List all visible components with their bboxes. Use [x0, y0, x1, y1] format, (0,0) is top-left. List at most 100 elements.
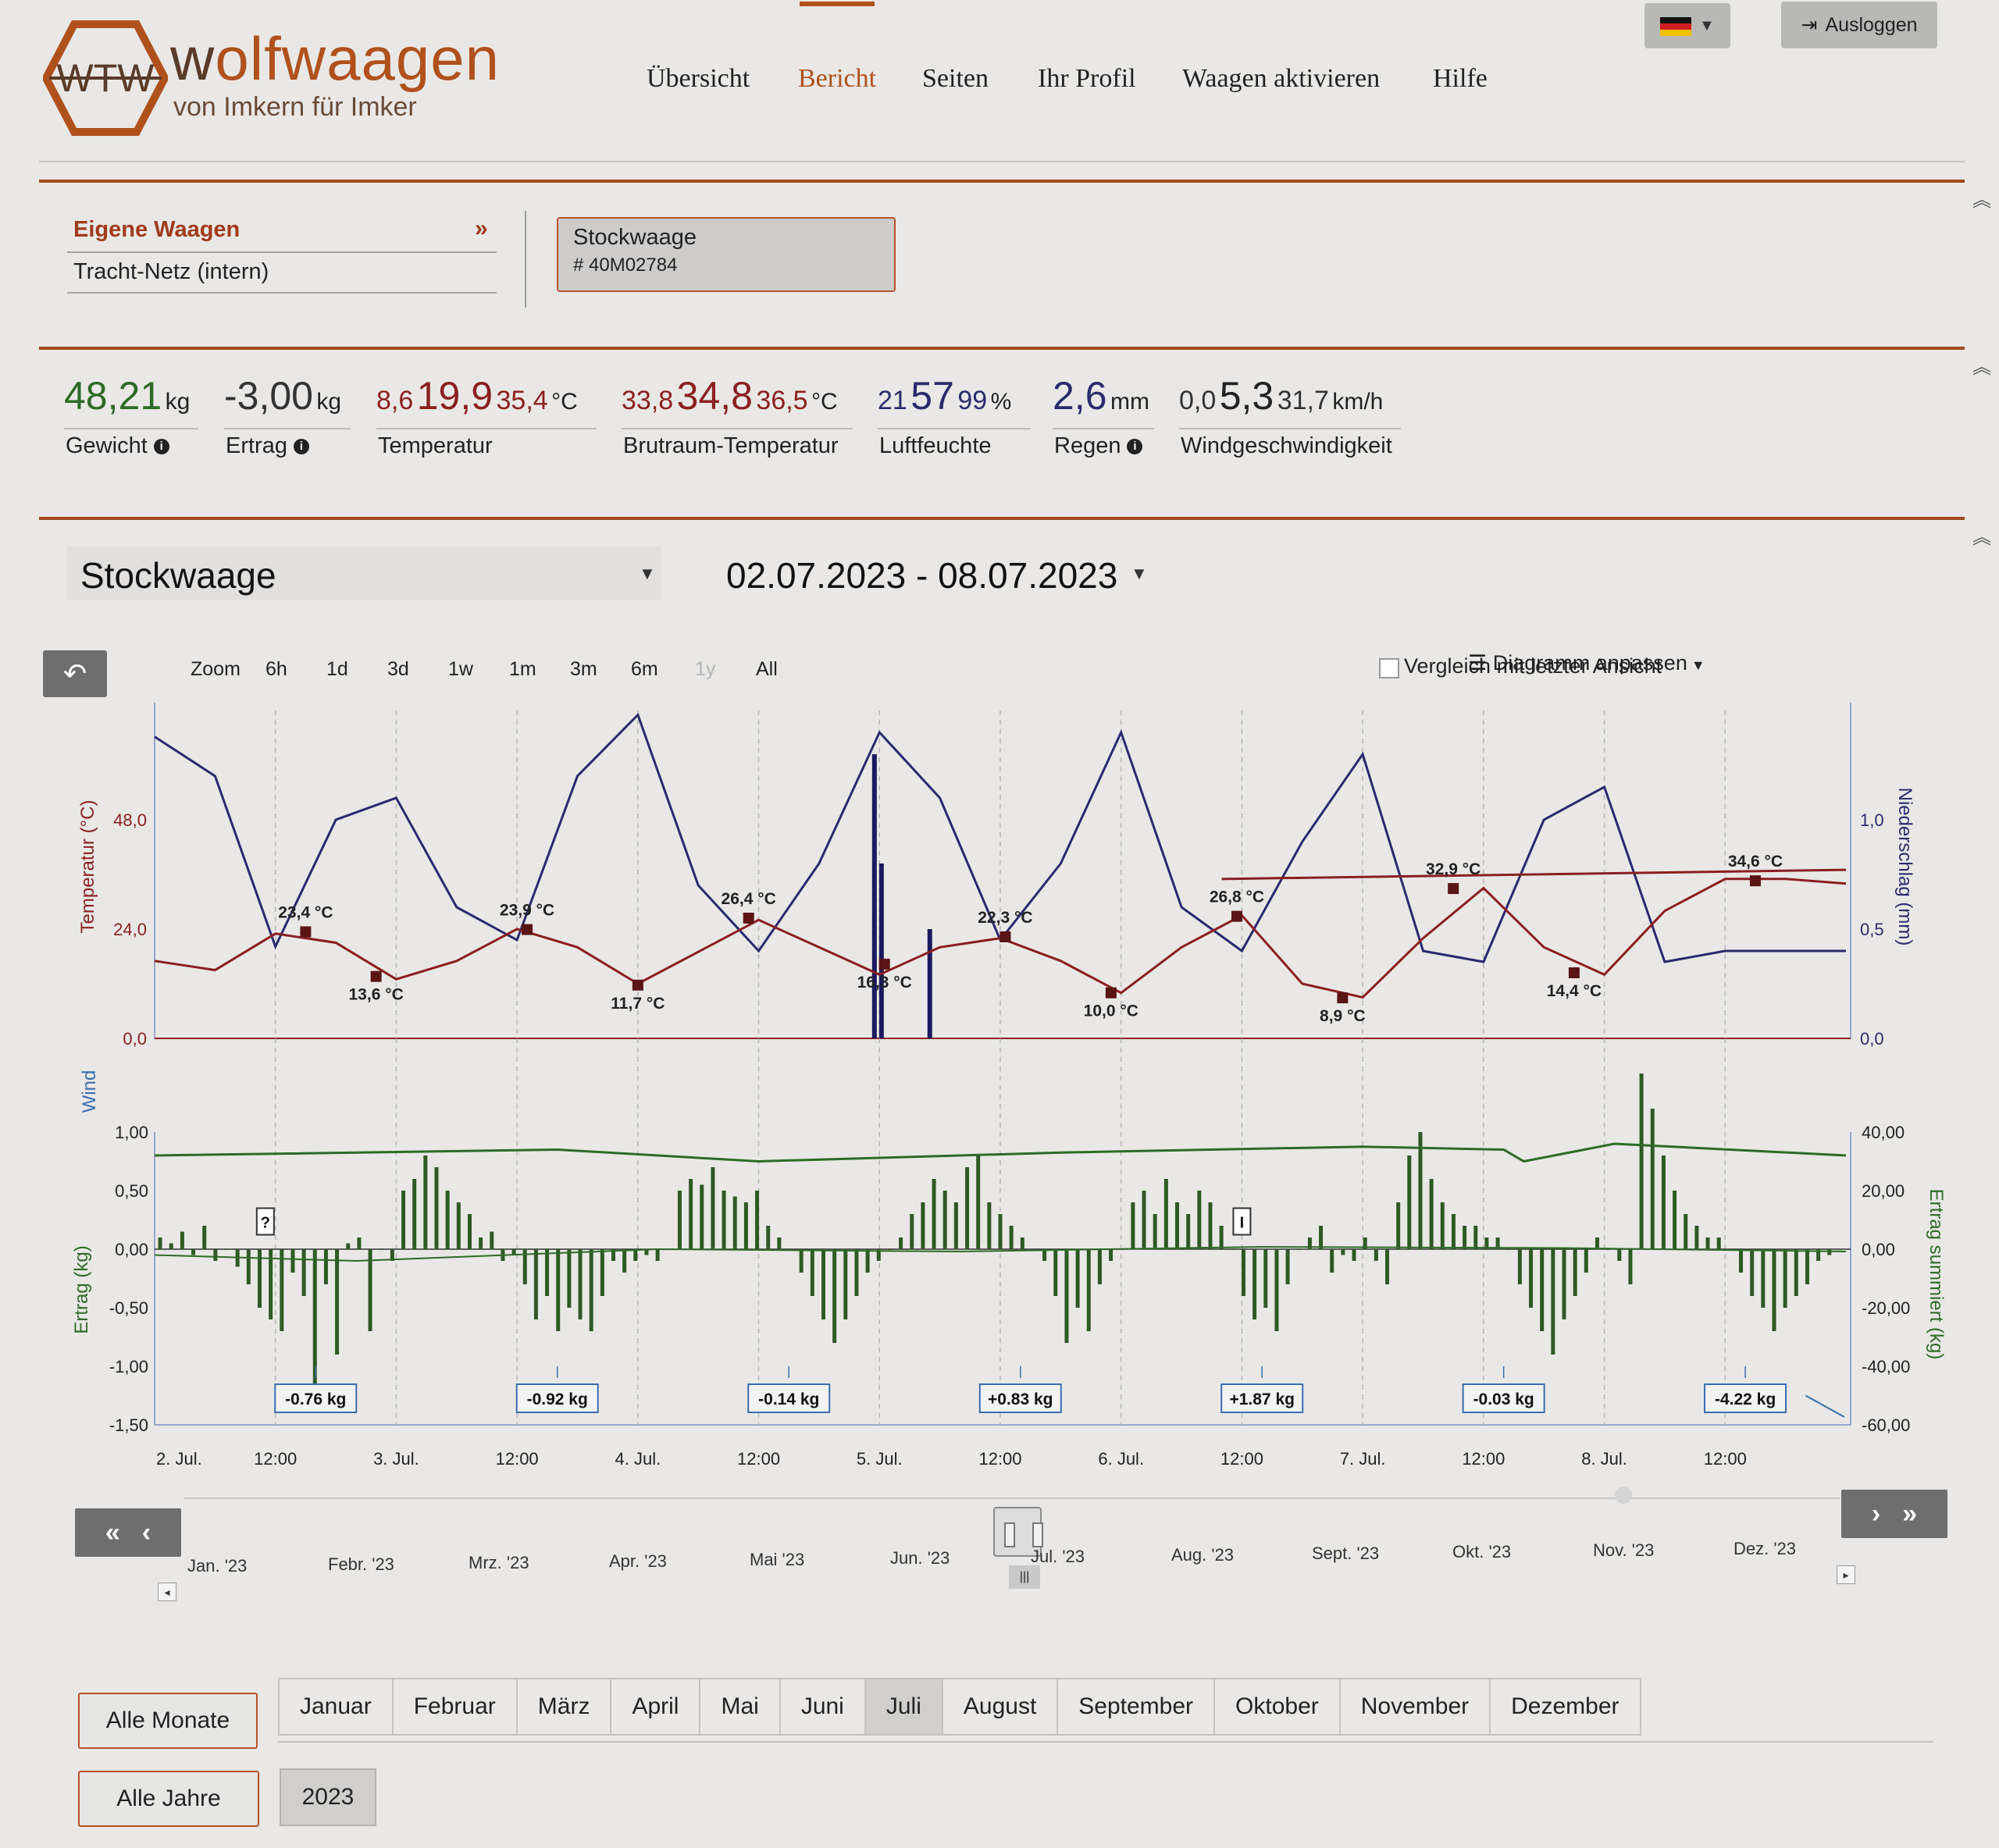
- yield-bar: [1418, 1132, 1423, 1249]
- yield-bar: [224, 1249, 229, 1250]
- scroll-left-icon[interactable]: ◂: [158, 1583, 176, 1601]
- month-filter-november[interactable]: November: [1340, 1679, 1491, 1734]
- yield-bar: [987, 1202, 992, 1249]
- temperature-marker: [1337, 992, 1349, 1004]
- y-tick-label-precipitation: 0,5: [1860, 920, 1884, 939]
- navigator-handle-right[interactable]: [1032, 1522, 1043, 1547]
- yield-bar: [677, 1191, 682, 1249]
- x-tick-label: 12:00: [254, 1449, 297, 1469]
- yield-bar: [777, 1237, 782, 1249]
- all-months-button[interactable]: Alle Monate: [78, 1693, 258, 1749]
- yield-bar: [490, 1231, 494, 1249]
- navigator-month-label[interactable]: Dez. '23: [1734, 1539, 1796, 1559]
- yield-bar: [1285, 1249, 1290, 1284]
- month-filter-dezember[interactable]: Dezember: [1491, 1679, 1640, 1734]
- temperature-annotation: 26,4 °C: [722, 890, 776, 908]
- yield-bar: [655, 1249, 660, 1261]
- navigator-back-buttons[interactable]: «‹: [75, 1508, 181, 1557]
- month-filter-märz[interactable]: März: [517, 1679, 612, 1734]
- navigator-month-label[interactable]: Febr. '23: [328, 1554, 394, 1575]
- yield-bar: [1219, 1226, 1224, 1249]
- temperature-annotation: 22,3 °C: [978, 909, 1032, 927]
- yield-bar: [479, 1237, 483, 1249]
- navigator-month-label[interactable]: Mai '23: [750, 1550, 804, 1570]
- temperature-annotation: 8,9 °C: [1320, 1007, 1366, 1025]
- double-chevron-left-icon[interactable]: «: [105, 1518, 120, 1548]
- yield-bar: [766, 1226, 771, 1249]
- month-filter-mai[interactable]: Mai: [700, 1679, 781, 1734]
- temperature-marker: [743, 913, 754, 924]
- month-filter-oktober[interactable]: Oktober: [1215, 1679, 1341, 1734]
- year-2023-button[interactable]: 2023: [280, 1768, 376, 1826]
- month-filter-april[interactable]: April: [611, 1679, 701, 1734]
- x-tick-label: 3. Jul.: [373, 1449, 419, 1469]
- navigator-month-label[interactable]: Jan. '23: [187, 1556, 247, 1576]
- navigator-month-label[interactable]: Mrz. '23: [469, 1553, 529, 1573]
- temperature-marker: [878, 958, 890, 970]
- chevron-left-icon[interactable]: ‹: [142, 1518, 151, 1548]
- yield-bar: [379, 1249, 383, 1250]
- yield-bar: [1075, 1249, 1080, 1308]
- yield-bar: [1661, 1155, 1666, 1249]
- navigator-month-label[interactable]: Sept. '23: [1312, 1544, 1379, 1564]
- yield-bar: [1252, 1249, 1257, 1319]
- daily-yield-label: -0.76 kg: [285, 1390, 346, 1408]
- yield-bar: [1064, 1249, 1069, 1343]
- navigator-handle-left[interactable]: [1004, 1522, 1015, 1547]
- y-tick-label-yield: 1,00: [115, 1123, 148, 1142]
- temperature-annotation: 14,4 °C: [1547, 982, 1602, 1000]
- yield-bar: [1463, 1226, 1467, 1249]
- yield-bar: [1396, 1202, 1401, 1249]
- yield-bar: [921, 1202, 925, 1249]
- yield-bar: [1009, 1226, 1014, 1249]
- yield-bar: [1694, 1226, 1699, 1249]
- month-filter-januar[interactable]: Januar: [280, 1679, 394, 1734]
- x-tick-label: 12:00: [496, 1449, 539, 1469]
- yield-bar: [998, 1214, 1003, 1249]
- yield-bar: [1451, 1214, 1456, 1249]
- navigator-month-label[interactable]: Okt. '23: [1452, 1542, 1511, 1562]
- temperature-marker: [1000, 931, 1011, 942]
- temperature-annotation: 16,3 °C: [857, 974, 912, 992]
- temperature-marker: [1231, 910, 1242, 922]
- event-marker-label: ?: [261, 1215, 270, 1232]
- yield-bar: [1750, 1249, 1755, 1296]
- y-tick-label-yield: -1,50: [109, 1415, 148, 1435]
- navigator-scrollbar-thumb[interactable]: |||: [1009, 1565, 1040, 1589]
- month-filter-juli[interactable]: Juli: [865, 1679, 943, 1734]
- month-filter-august[interactable]: August: [942, 1679, 1059, 1734]
- navigator-month-label[interactable]: Jul. '23: [1031, 1547, 1085, 1567]
- navigator-month-label[interactable]: Jun. '23: [890, 1548, 950, 1568]
- navigator-month-label[interactable]: Apr. '23: [609, 1551, 667, 1572]
- yield-bar: [821, 1249, 825, 1319]
- daily-yield-label: -0.14 kg: [758, 1390, 819, 1408]
- scroll-right-icon[interactable]: ▸: [1837, 1565, 1855, 1584]
- yield-bar: [213, 1249, 218, 1261]
- all-years-button[interactable]: Alle Jahre: [78, 1771, 259, 1827]
- yield-bar: [158, 1237, 162, 1249]
- yield-bar: [1716, 1237, 1721, 1249]
- temperature-marker: [522, 924, 533, 935]
- yield-bar: [1517, 1249, 1522, 1284]
- month-filter-juni[interactable]: Juni: [780, 1679, 866, 1734]
- chevron-right-icon[interactable]: ›: [1872, 1499, 1880, 1529]
- y-tick-label-yield: -0,50: [109, 1298, 148, 1318]
- yield-bar: [1384, 1249, 1389, 1284]
- x-tick-label: 5. Jul.: [857, 1449, 903, 1469]
- temperature-annotation: 26,8 °C: [1210, 888, 1264, 906]
- month-filter-februar[interactable]: Februar: [393, 1679, 518, 1734]
- double-chevron-right-icon[interactable]: »: [1902, 1499, 1917, 1529]
- x-tick-label: 12:00: [737, 1449, 780, 1469]
- month-filter-strip: Januar Februar März April Mai Juni Juli August S…: [278, 1678, 1641, 1736]
- y-tick-label-temperature: 48,0: [113, 810, 147, 830]
- navigator-month-label[interactable]: Nov. '23: [1593, 1540, 1654, 1561]
- yield-bar: [467, 1214, 472, 1249]
- yield-bar: [1407, 1155, 1412, 1249]
- y-tick-label-yield-sum: -40,00: [1862, 1357, 1910, 1376]
- navigator-month-label[interactable]: Aug. '23: [1171, 1545, 1234, 1565]
- yield-bar: [1142, 1191, 1146, 1249]
- yield-bar: [732, 1196, 737, 1249]
- yield-bar: [423, 1155, 428, 1249]
- month-filter-september[interactable]: September: [1058, 1679, 1216, 1734]
- navigator-forward-buttons[interactable]: ›»: [1841, 1490, 1947, 1538]
